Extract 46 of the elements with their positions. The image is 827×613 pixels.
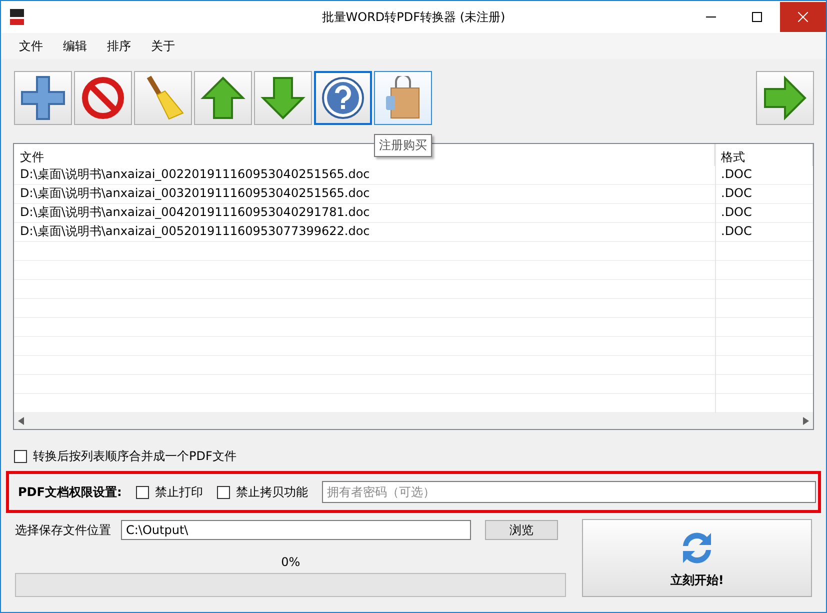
toolbar-button[interactable]	[374, 71, 432, 125]
table-cell-text: .DOC	[720, 166, 753, 183]
table-cell-text: .DOC	[720, 185, 753, 202]
down-arrow-icon	[260, 75, 306, 121]
output-path-field[interactable]: C:\Output\	[121, 520, 471, 540]
scroll-left-icon[interactable]	[18, 417, 24, 425]
table-cell-text: D:\桌面\说明书\anxaizai_004201911160953040291781.doc	[19, 204, 371, 221]
progress-text: 0%	[281, 555, 300, 569]
toolbar-button[interactable]	[74, 71, 132, 125]
up-arrow-icon	[200, 75, 246, 121]
toolbar-button[interactable]	[14, 71, 72, 125]
table-cell-text: D:\桌面\说明书\anxaizai_003201911160953040251565.doc	[19, 185, 371, 202]
save-location-label: 选择保存文件位置	[15, 522, 111, 538]
toolbar-button[interactable]	[194, 71, 252, 125]
window-title: 批量WORD转PDF转换器 (未注册)	[322, 8, 506, 26]
menu-item[interactable]: 关于	[141, 38, 185, 54]
help-icon	[321, 76, 365, 120]
right-arrow-icon	[762, 75, 808, 121]
permission-checkbox[interactable]: 禁止打印	[136, 484, 203, 500]
permission-checkbox[interactable]: 禁止拷贝功能	[216, 484, 308, 500]
toolbar-button[interactable]	[254, 71, 312, 125]
menu-item[interactable]: 文件	[9, 38, 53, 54]
maximize-icon	[752, 12, 762, 22]
menu-item[interactable]: 排序	[97, 38, 141, 54]
plus-icon	[20, 75, 66, 121]
column-header[interactable]: 格式	[715, 144, 813, 166]
start-button[interactable]: 立刻开始!	[582, 519, 812, 597]
close-icon	[798, 12, 808, 22]
scroll-right-icon[interactable]	[803, 417, 809, 425]
toolbar-button[interactable]	[314, 71, 372, 125]
app-icon	[9, 8, 25, 26]
prohibited-icon	[81, 76, 125, 120]
table-cell-text: D:\桌面\说明书\anxaizai_005201911160953077399622.doc	[19, 223, 371, 240]
password-field[interactable]: 拥有者密码（可选）	[322, 481, 816, 503]
table-cell-text: .DOC	[720, 223, 753, 240]
browse-button[interactable]: 浏览	[485, 520, 558, 540]
table-cell-text: D:\桌面\说明书\anxaizai_002201911160953040251565.doc	[19, 166, 371, 183]
horizontal-scrollbar[interactable]	[14, 413, 813, 429]
menu-item[interactable]: 编辑	[53, 38, 97, 54]
toolbar-button[interactable]	[134, 71, 192, 125]
next-button[interactable]	[756, 71, 814, 125]
close-button[interactable]	[780, 2, 826, 32]
tooltip: 注册购买	[374, 134, 432, 157]
merge-checkbox[interactable]: 转换后按列表顺序合并成一个PDF文件	[14, 448, 236, 465]
permissions-label: PDF文档权限设置:	[18, 484, 122, 500]
table-cell-text: .DOC	[720, 204, 753, 221]
